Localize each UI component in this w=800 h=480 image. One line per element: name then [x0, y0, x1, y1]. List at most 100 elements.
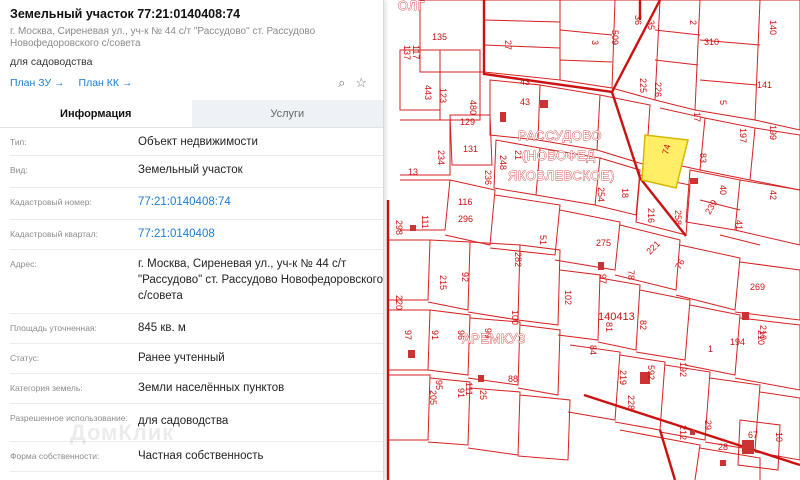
plot-number-label: 592	[646, 365, 656, 380]
plot-number-label: 18	[620, 188, 630, 198]
plot-number-label: 17	[692, 112, 702, 122]
plot-number-label: 88	[508, 374, 518, 384]
plot-number-label: 100	[510, 310, 520, 325]
plot-number-label: 1	[708, 344, 713, 354]
plot-number-label: 78	[626, 270, 636, 280]
plot-number-label: 83	[698, 153, 708, 163]
plot-number-label: 35	[646, 20, 656, 30]
plot-number-label: 141	[757, 80, 772, 90]
row-value: г. Москва, Сиреневая ул., уч-к № 44 с/т …	[138, 258, 383, 302]
table-row: Разрешенное использование: для садоводст…	[10, 404, 383, 442]
plot-number-label: 25	[478, 390, 488, 400]
plot-number-label: 43	[520, 77, 530, 87]
plot-number-label: 298	[394, 220, 404, 235]
row-value: Объект недвижимости	[138, 136, 258, 148]
row-value: для садоводства	[138, 415, 229, 427]
cadastral-number-link[interactable]: 77:21:0140408:74	[138, 188, 383, 219]
panel-usage: для садоводства	[10, 56, 93, 68]
plot-number-label: 102	[563, 290, 573, 305]
zoom-to-icon[interactable]: ⌕	[338, 75, 345, 91]
plot-number-label: 97	[598, 274, 608, 284]
place-label-line2: (НОВОФЕД	[522, 148, 596, 163]
place-label-aremkuz: АРЕМКУЗ	[462, 331, 526, 346]
plot-number-label: 42	[768, 190, 778, 200]
plot-number-label: 91	[456, 388, 466, 398]
row-key: Статус:	[10, 353, 40, 363]
plot-number-label: 29	[703, 420, 713, 430]
plot-number-label: 3	[590, 40, 600, 45]
cadastral-quarter-link[interactable]: 77:21:0140408	[138, 220, 383, 249]
table-row: Кадастровый квартал: 77:21:0140408	[10, 220, 383, 250]
plot-number-label: 28	[718, 442, 728, 452]
plan-zu-link[interactable]: План ЗУ →	[10, 77, 65, 89]
plot-number-label: 205	[428, 390, 438, 405]
plot-number-label: 192	[678, 362, 688, 377]
tab-services[interactable]: Услуги	[191, 100, 383, 127]
plot-number-label: 13	[408, 167, 418, 177]
plot-number-label: 258	[673, 210, 683, 225]
plot-number-label: 443	[423, 85, 433, 100]
row-key: Вид:	[10, 165, 28, 175]
plot-number-label: 296	[458, 214, 473, 224]
plot-number-label: 216	[646, 208, 656, 223]
plot-number-label: 36	[633, 15, 643, 25]
row-value: Земельный участок	[138, 164, 243, 176]
row-key: Категория земель:	[10, 383, 83, 393]
plot-number-label: 212	[678, 425, 688, 440]
info-panel: Земельный участок 77:21:0140408:74 г. Мо…	[0, 0, 384, 480]
info-rows: Тип: Объект недвижимости Вид: Земельный …	[0, 128, 383, 472]
plot-number-label: 226	[653, 82, 663, 97]
plot-number-label: 67	[748, 430, 758, 440]
plot-number-label: 41	[734, 220, 744, 230]
plot-number-label: 194	[730, 337, 745, 347]
plot-number-label: 111	[420, 215, 430, 229]
star-icon[interactable]: ☆	[355, 75, 367, 91]
row-value: 845 кв. м	[138, 322, 186, 334]
plot-number-label: 116	[458, 197, 472, 207]
plan-zu-label: План ЗУ	[10, 77, 52, 89]
plot-number-label: 84	[588, 345, 598, 355]
plot-number-label: 225	[638, 78, 648, 93]
plot-number-label: 282	[513, 252, 523, 267]
plot-number-label: 219	[618, 370, 628, 385]
plot-number-label: 215	[438, 275, 448, 290]
plot-number-label: 197	[738, 128, 748, 143]
place-label-line1: РАССУДОВО	[518, 128, 602, 143]
plot-number-label: 135	[432, 32, 447, 42]
table-row: Статус: Ранее учтенный	[10, 344, 383, 374]
table-row: Категория земель: Земли населённых пункт…	[10, 374, 383, 404]
plot-number-label: 210	[758, 325, 768, 340]
plot-number-label: 129	[460, 117, 475, 127]
row-key: Форма собственности:	[10, 451, 100, 461]
row-key: Кадастровый квартал:	[10, 229, 98, 239]
plot-number-label: 27	[503, 40, 513, 50]
plot-number-label: 310	[704, 37, 719, 47]
plot-number-label: 95	[434, 380, 444, 390]
row-key: Площадь уточненная:	[10, 323, 97, 333]
plot-number-label: 269	[750, 282, 765, 292]
plot-number-label: 137	[402, 45, 412, 60]
panel-tabs: Информация Услуги	[0, 100, 383, 128]
plot-number-label: 234	[436, 150, 446, 165]
plot-number-label: 220	[394, 295, 404, 310]
plot-number-label: 199	[768, 125, 778, 140]
table-row: Тип: Объект недвижимости	[10, 128, 383, 156]
plot-number-label: 123	[438, 88, 448, 103]
row-key: Разрешенное использование:	[10, 413, 128, 423]
table-row: Форма собственности: Частная собственнос…	[10, 442, 383, 472]
plot-number-label: 92	[460, 272, 470, 282]
plot-number-label: 51	[538, 235, 548, 245]
row-value: Частная собственность	[138, 450, 264, 462]
panel-address: г. Москва, Сиреневая ул., уч-к № 44 с/т …	[10, 26, 316, 49]
plot-number-label: 91	[430, 330, 440, 340]
plot-number-label: 5	[718, 100, 728, 105]
plot-number-label: 2	[688, 20, 698, 25]
plot-number-label: 97	[403, 330, 413, 340]
plot-number-label: 10	[774, 432, 784, 442]
map-top-label: ОЛГ	[398, 0, 425, 13]
plan-kk-link[interactable]: План КК →	[79, 77, 133, 89]
plot-number-label: 43	[520, 97, 530, 107]
plot-number-label: 236	[483, 170, 493, 185]
tab-info[interactable]: Информация	[0, 100, 192, 127]
row-value: Ранее учтенный	[138, 352, 225, 364]
